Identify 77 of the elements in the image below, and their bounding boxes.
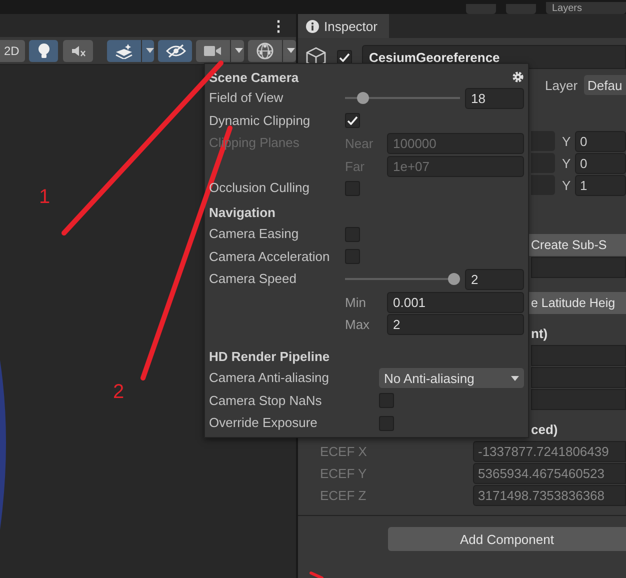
caret-icon [511, 376, 519, 381]
axis-label: Y [562, 134, 572, 148]
more-menu[interactable]: ⋮ [271, 16, 286, 34]
speaker-muted-icon [70, 44, 87, 58]
field-label: ECEF Y [320, 466, 368, 480]
video-camera-icon [204, 44, 222, 56]
layers-dropdown[interactable]: Layers [546, 2, 626, 14]
toolbar-button[interactable] [196, 40, 244, 62]
section-label: nt) [531, 326, 548, 340]
input-field[interactable]: 5365934.4675460523 [473, 462, 626, 484]
field-label: Camera Stop NaNs [209, 392, 323, 410]
toolbar-button[interactable]: 2D [0, 40, 26, 62]
input-field: 1e+07 [387, 156, 524, 177]
input-field[interactable]: 2 [465, 268, 524, 290]
field-label: Dynamic Clipping [209, 112, 312, 130]
section-heading: Navigation [209, 205, 276, 220]
settings-icon [512, 71, 524, 83]
field-label: Camera Speed [209, 270, 298, 288]
input-field[interactable]: 2 [387, 314, 524, 336]
checkbox[interactable] [345, 113, 360, 128]
button[interactable]: Create Sub-S [527, 234, 626, 256]
input-field[interactable]: 3171498.7353836368 [473, 484, 626, 506]
button[interactable]: e Latitude Heig [527, 292, 626, 314]
checkmark-icon [347, 116, 358, 126]
toolbar-button[interactable] [106, 40, 154, 62]
layer-dropdown[interactable]: Defau [584, 75, 626, 95]
axis-label: Y [562, 178, 572, 192]
slider-thumb[interactable] [448, 273, 460, 286]
input-field[interactable] [531, 256, 626, 278]
input-field[interactable]: 1 [575, 174, 626, 196]
annotation-line [310, 572, 324, 578]
toolbar-button[interactable] [158, 40, 192, 62]
input-field[interactable]: 0 [575, 130, 626, 152]
field-label: Min [345, 294, 367, 310]
input-field[interactable]: 18 [465, 88, 524, 109]
toolbar-button[interactable] [29, 40, 58, 62]
section-heading: HD Render Pipeline [209, 349, 330, 364]
field-label: Override Exposure [209, 414, 318, 432]
section-label: ced) [531, 422, 558, 436]
field-label: Camera Acceleration [209, 248, 331, 266]
slider[interactable] [345, 272, 460, 286]
toolbar-button[interactable] [248, 40, 296, 62]
globe-gizmo-icon [256, 42, 274, 60]
toolbar-button[interactable] [62, 40, 93, 62]
bulb-icon [37, 42, 52, 58]
input-field[interactable] [531, 388, 626, 410]
input-field: 100000 [387, 132, 524, 154]
input-field[interactable]: -1337877.7241806439 [473, 440, 626, 462]
field-label: Camera Anti-aliasing [209, 368, 330, 387]
layers-sparkle-icon [114, 42, 133, 58]
checkbox[interactable] [337, 50, 352, 64]
eye-slash-icon [166, 44, 186, 58]
slider-thumb[interactable] [357, 92, 370, 104]
axis-label: Y [562, 156, 572, 170]
checkbox[interactable] [345, 226, 360, 242]
dropdown[interactable]: No Anti-aliasing [379, 368, 524, 388]
checkbox[interactable] [379, 393, 394, 408]
input-field[interactable] [531, 344, 626, 366]
annotation-number: 1 [39, 186, 50, 209]
checkbox[interactable] [345, 181, 360, 196]
field-label: Field of View [209, 89, 284, 107]
checkmark-icon [339, 52, 350, 62]
input-field[interactable]: 0.001 [387, 292, 524, 313]
input-field[interactable]: 0 [575, 152, 626, 174]
checkbox[interactable] [345, 249, 360, 264]
layer-label: Layer [545, 78, 578, 92]
field-label: Max [345, 317, 371, 332]
input-field[interactable] [531, 366, 626, 388]
checkbox[interactable] [379, 416, 394, 431]
info-icon [306, 20, 319, 32]
field-label: Camera Easing [209, 224, 300, 243]
inspector-tab[interactable]: Inspector [298, 14, 390, 38]
add-component-button[interactable]: Add Component [388, 527, 626, 551]
field-label: ECEF X [320, 444, 368, 458]
slider[interactable] [345, 91, 460, 106]
annotation-number: 2 [113, 381, 124, 404]
field-label: ECEF Z [320, 488, 368, 502]
